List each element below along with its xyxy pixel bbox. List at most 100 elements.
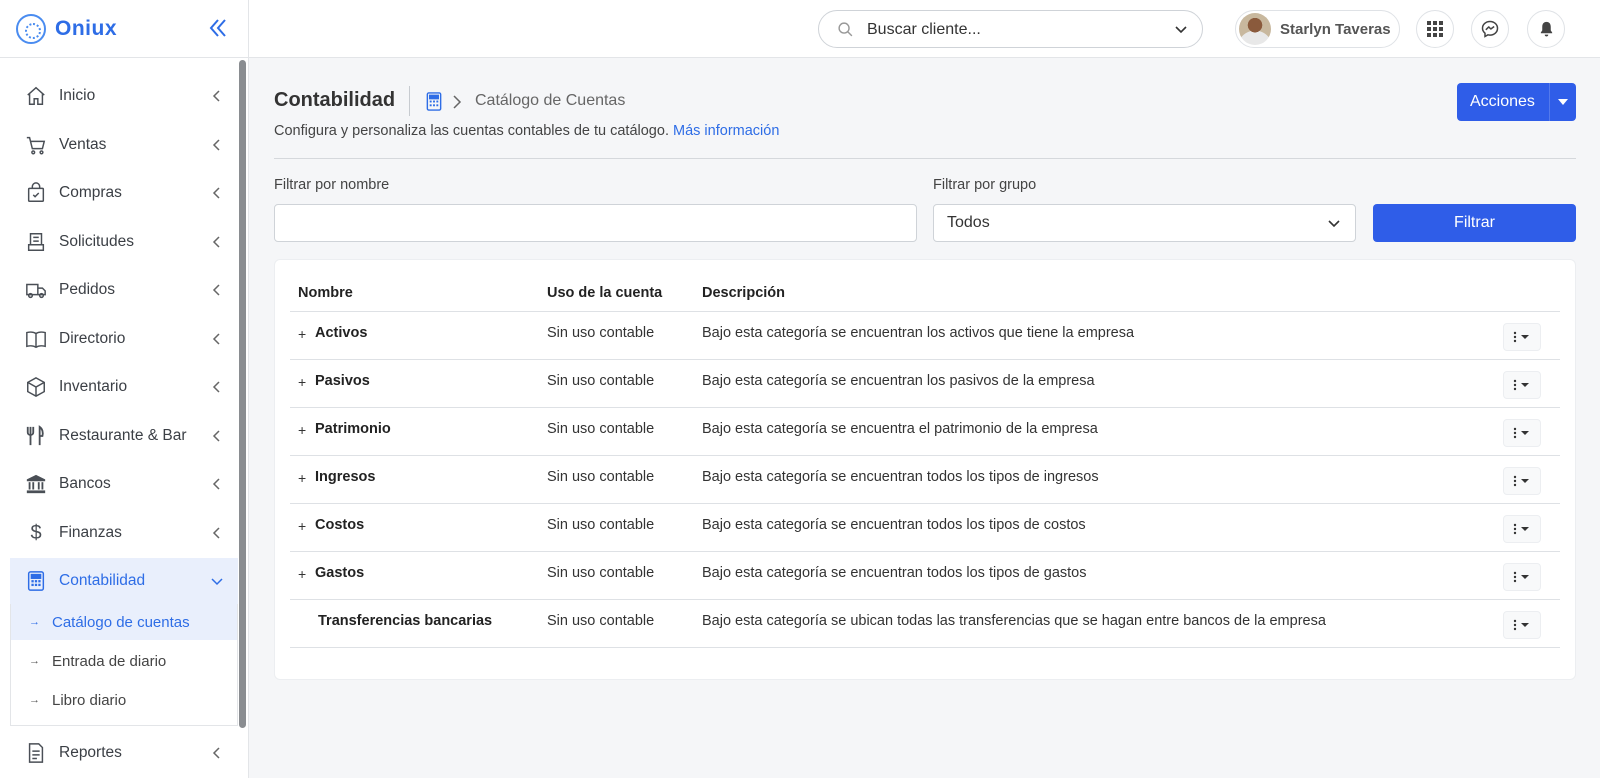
account-usage: Sin uso contable [547,517,655,533]
account-name[interactable]: Patrimonio [315,421,391,437]
messenger-button[interactable] [1471,10,1509,48]
utensils-icon [25,425,47,447]
more-info-link[interactable]: Más información [673,123,779,139]
bank-icon [25,473,47,495]
expand-icon[interactable]: + [298,566,306,582]
more-vertical-icon [1513,619,1529,631]
account-name[interactable]: Activos [315,325,367,341]
chevron-left-icon [212,478,220,490]
column-header-descripcion: Descripción [702,285,785,301]
chevron-left-icon [212,90,220,102]
table-row: + Patrimonio Sin uso contable Bajo esta … [290,408,1560,456]
expand-icon[interactable]: + [298,470,306,486]
submenu-contabilidad: → Catálogo de cuentas → Entrada de diari… [10,604,238,726]
caret-down-icon[interactable] [1549,83,1576,121]
truck-icon [25,279,47,301]
sidebar-item-label: Solicitudes [59,233,134,250]
chevron-down-icon [1328,220,1340,228]
sidebar-item-finanzas[interactable]: $ Finanzas [10,510,238,556]
row-actions-button[interactable] [1503,419,1541,447]
account-name[interactable]: Transferencias bancarias [318,613,492,629]
sidebar-item-ventas[interactable]: Ventas [10,122,238,168]
expand-icon[interactable]: + [298,422,306,438]
sidebar-item-pedidos[interactable]: Pedidos [10,267,238,313]
row-actions-button[interactable] [1503,323,1541,351]
account-name[interactable]: Ingresos [315,469,375,485]
report-icon [25,742,47,764]
apps-button[interactable] [1416,10,1454,48]
book-icon [25,328,47,350]
table-row: + Ingresos Sin uso contable Bajo esta ca… [290,456,1560,504]
filter-name-label: Filtrar por nombre [274,177,390,193]
submenu-item-label: Libro diario [52,691,127,709]
sidebar-item-label: Inicio [59,87,96,104]
submenu-item-entrada-diario[interactable]: → Entrada de diario [11,643,237,679]
chevron-down-icon [211,578,223,586]
row-actions-button[interactable] [1503,515,1541,543]
box-icon [25,376,47,398]
sidebar-item-contabilidad[interactable]: Contabilidad [10,558,238,604]
arrow-right-icon: → [29,694,40,706]
user-menu[interactable]: Starlyn Taveras [1235,10,1400,48]
arrow-right-icon: → [29,655,40,667]
calculator-icon [25,570,47,592]
sidebar-item-label: Inventario [59,378,128,395]
sidebar-item-inventario[interactable]: Inventario [10,364,238,410]
account-name[interactable]: Gastos [315,565,364,581]
sidebar-item-label: Directorio [59,330,126,347]
account-description: Bajo esta categoría se encuentran todos … [702,565,1087,581]
sidebar-item-reportes[interactable]: Reportes [10,730,238,776]
sidebar-scrollbar[interactable] [239,60,246,728]
search-icon [838,22,853,37]
column-header-nombre: Nombre [298,285,353,301]
chevron-down-icon [1175,26,1187,34]
account-usage: Sin uso contable [547,421,655,437]
logo-icon [16,13,46,44]
sidebar-item-bancos[interactable]: Bancos [10,461,238,507]
table-row: + Gastos Sin uso contable Bajo esta cate… [290,552,1560,600]
account-usage: Sin uso contable [547,469,655,485]
table-row: + Activos Sin uso contable Bajo esta cat… [290,312,1560,360]
sidebar-item-restaurante-bar[interactable]: Restaurante & Bar [10,413,238,459]
chevron-left-icon [212,747,220,759]
submenu-item-catalogo[interactable]: → Catálogo de cuentas [11,604,237,640]
row-actions-button[interactable] [1503,563,1541,591]
more-vertical-icon [1513,571,1529,583]
filter-name-input[interactable] [274,204,917,242]
row-actions-button[interactable] [1503,371,1541,399]
client-search[interactable]: Buscar cliente... [818,10,1203,48]
account-description: Bajo esta categoría se encuentran los pa… [702,373,1095,389]
chevron-left-icon [212,527,220,539]
more-vertical-icon [1513,379,1529,391]
sidebar-item-label: Bancos [59,475,111,492]
home-icon [25,85,47,107]
expand-icon[interactable]: + [298,374,306,390]
notifications-button[interactable] [1527,10,1565,48]
sidebar-item-label: Reportes [59,744,122,761]
arrow-right-icon: → [29,616,40,628]
account-name[interactable]: Costos [315,517,364,533]
brand: Oniux [0,0,248,58]
submenu-item-libro-diario[interactable]: → Libro diario [11,682,237,718]
sidebar-item-inicio[interactable]: Inicio [10,73,238,119]
filter-button[interactable]: Filtrar [1373,204,1576,242]
more-vertical-icon [1513,427,1529,439]
expand-icon[interactable]: + [298,518,306,534]
sidebar-item-directorio[interactable]: Directorio [10,316,238,362]
bell-icon [1540,21,1552,37]
calculator-icon[interactable] [426,92,442,111]
dollar-icon: $ [30,521,42,544]
expand-icon[interactable]: + [298,326,306,342]
filter-group-select[interactable]: Todos [933,204,1356,242]
account-description: Bajo esta categoría se encuentran todos … [702,469,1099,485]
collapse-sidebar-icon[interactable] [206,16,230,40]
sidebar-item-compras[interactable]: Compras [10,170,238,216]
account-name[interactable]: Pasivos [315,373,370,389]
row-actions-button[interactable] [1503,611,1541,639]
user-name: Starlyn Taveras [1280,20,1391,38]
row-actions-button[interactable] [1503,467,1541,495]
sidebar-item-solicitudes[interactable]: Solicitudes [10,219,238,265]
sidebar-item-label: Finanzas [59,524,122,541]
more-vertical-icon [1513,331,1529,343]
actions-button[interactable]: Acciones [1457,83,1576,121]
